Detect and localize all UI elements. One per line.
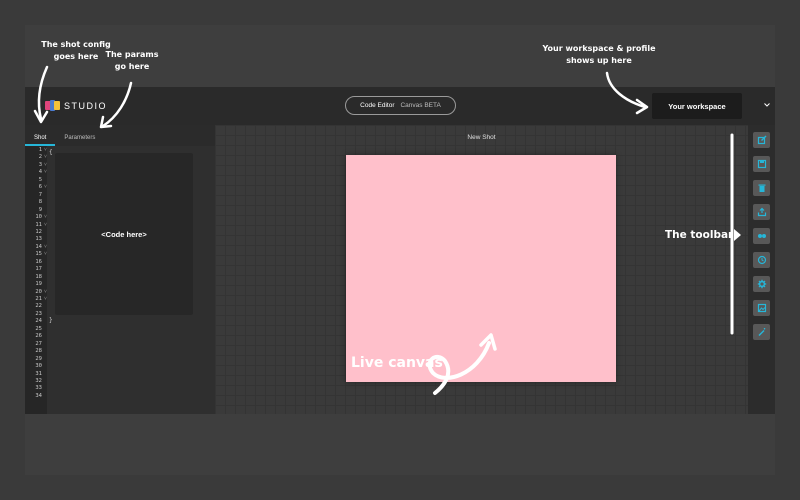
history-icon [757,255,766,265]
studio-logo[interactable]: STUDIO [45,100,107,111]
toolbar-button-magic-wand[interactable] [753,324,770,340]
tab-parameters[interactable]: Parameters [55,135,104,146]
annotation-params: The params go here [105,50,159,71]
trash-icon [758,184,765,192]
line-number: 17 [35,266,42,273]
code-open-brace: { [49,149,53,156]
toolbar-button-edit[interactable] [753,132,770,148]
save-icon [757,159,766,169]
annotation-live-canvas: Live canvas [351,355,443,371]
line-number: 1 [38,147,42,153]
line-number: 8 [38,199,42,206]
mode-switch[interactable]: Code Editor Canvas BETA [345,96,456,115]
line-number: 11 [35,221,42,228]
line-number: 14 [35,243,42,250]
live-canvas[interactable] [346,155,616,382]
top-header: STUDIO Code Editor Canvas BETA Your work… [25,87,775,125]
line-number: 4 [38,169,42,176]
line-number: 29 [35,355,42,362]
code-placeholder: <Code here> [55,153,193,315]
line-number: 21 [35,296,42,302]
line-number: 15 [35,251,42,258]
line-number: 9 [38,206,42,213]
magic-wand-icon [757,328,765,337]
line-number-gutter: 1 ˅ 2 ˅ 3 ˅ 4 ˅ 5 6 ˅ 7 8 9 10 ˅ 11 ˅ 12 13 14 ˅ 15 ˅ 16 17 18 19 20… [25,146,47,414]
toolbar-button-dots[interactable] [753,228,770,244]
toolbar-button-save[interactable] [753,156,770,172]
logo-text: STUDIO [64,100,108,111]
toolbar-button-image[interactable] [753,300,770,316]
left-panel: Shot Parameters 1 ˅ 2 ˅ 3 ˅ 4 ˅ 5 6 ˅ 7 8 9 10 ˅ 11 ˅ 12 13… [25,125,215,414]
line-number: 20 [35,288,42,295]
canvas-area: New Shot [215,125,748,414]
workspace-button[interactable]: Your workspace [652,93,742,119]
toolbar-button-history[interactable] [753,252,770,268]
mode-canvas[interactable]: Canvas BETA [400,102,440,109]
line-number: 30 [35,363,42,370]
line-number: 28 [35,348,42,355]
mode-code-editor[interactable]: Code Editor [360,102,394,109]
line-number: 10 [35,214,42,221]
line-number: 23 [35,310,42,317]
line-number: 34 [35,392,42,399]
line-number: 32 [35,377,42,384]
image-icon [757,303,766,313]
tab-shot[interactable]: Shot [25,135,56,146]
line-number: 33 [35,385,42,392]
line-number: 25 [35,325,42,332]
line-number: 24 [35,318,42,325]
toolbar-button-share[interactable] [753,204,770,220]
code-close-brace: } [49,317,53,324]
dots-icon [757,234,766,238]
line-number: 22 [35,303,42,310]
line-number: 19 [35,281,42,288]
app-frame: The shot config goes here The params go … [25,25,775,475]
annotation-workspace: Your workspace & profile shows up here [542,44,656,65]
toolbar-button-trash[interactable] [753,180,770,196]
share-icon [757,207,766,217]
gear-icon [757,279,766,289]
line-number: 27 [35,340,42,347]
line-number: 26 [35,333,42,340]
line-number: 7 [38,191,42,198]
line-number: 5 [38,176,42,183]
line-number: 13 [35,236,42,243]
edit-icon [757,135,766,145]
line-number: 6 [38,184,42,191]
logo-mark-icon [45,100,60,111]
line-number: 31 [35,370,42,377]
line-number: 2 [38,154,42,161]
annotation-toolbar: The toolbar [665,229,734,241]
panel-tabs: Shot Parameters [25,125,215,146]
line-number: 18 [35,273,42,280]
shot-title: New Shot [467,134,496,141]
line-number: 12 [35,228,42,235]
toolbar [748,125,775,414]
toolbar-button-gear[interactable] [753,276,770,292]
line-number: 16 [35,258,42,265]
line-number: 3 [38,161,42,168]
chevron-down-icon[interactable] [763,101,771,109]
